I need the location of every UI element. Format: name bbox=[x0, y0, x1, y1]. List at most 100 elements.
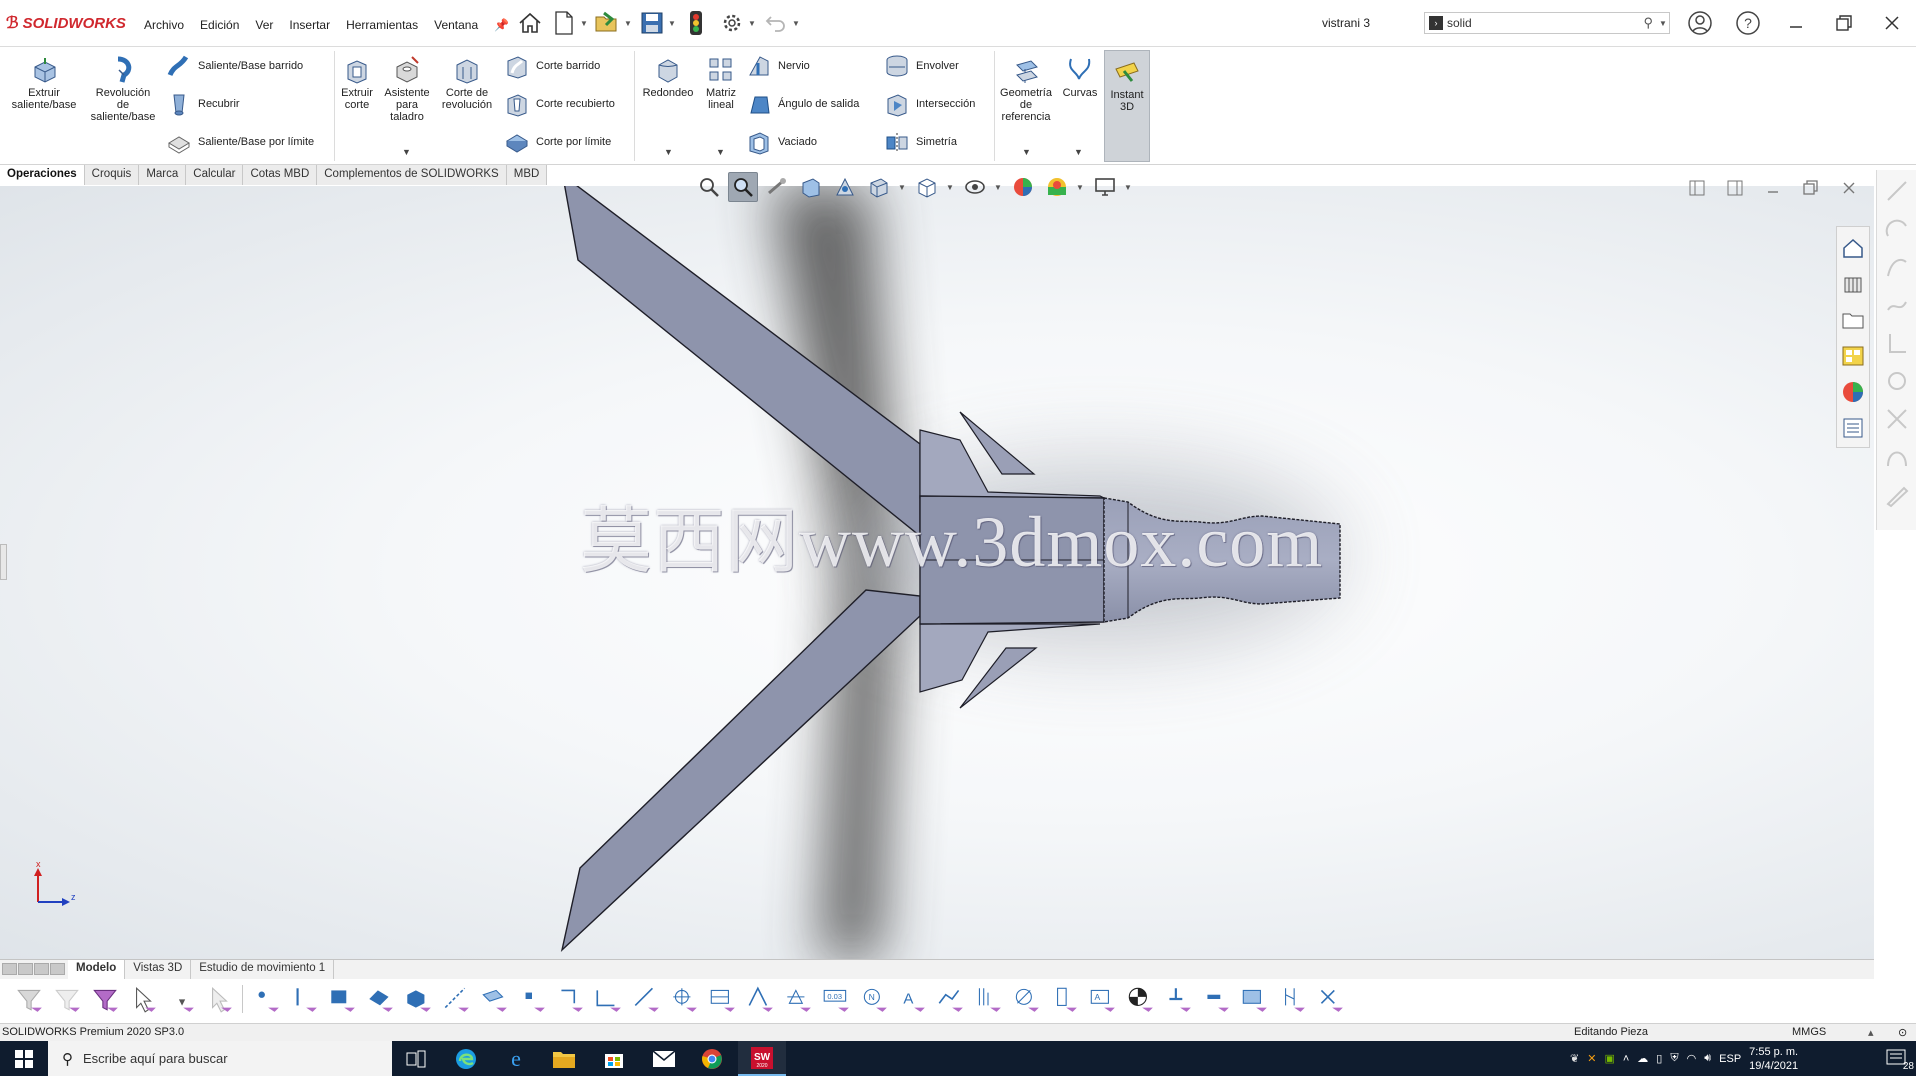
undo-icon[interactable] bbox=[762, 9, 790, 37]
hole-wizard-dropdown-icon[interactable]: ▼ bbox=[402, 147, 411, 157]
hide-show-dropdown-icon[interactable]: ▼ bbox=[994, 183, 1004, 192]
filter-axes-icon[interactable] bbox=[439, 982, 473, 1016]
search-box[interactable]: › ⚲ ▼ bbox=[1424, 12, 1670, 34]
save-icon[interactable] bbox=[638, 9, 666, 37]
filter-datum-targets-icon[interactable] bbox=[971, 982, 1005, 1016]
filter-hole-callouts-icon[interactable] bbox=[1009, 982, 1043, 1016]
taskbar-clock[interactable]: 7:55 p. m. 19/4/2021 bbox=[1749, 1045, 1798, 1073]
tray-app-icon-3[interactable]: ▣ bbox=[1604, 1052, 1614, 1065]
tab-marca[interactable]: Marca bbox=[139, 165, 187, 185]
undo-dropdown-icon[interactable]: ▼ bbox=[790, 19, 802, 28]
defender-icon[interactable]: ⛨ bbox=[1670, 1052, 1678, 1065]
filter-sketch-segments-icon[interactable] bbox=[553, 982, 587, 1016]
sketch-circle-icon[interactable] bbox=[1882, 366, 1912, 396]
pattern-dropdown-icon[interactable]: ▼ bbox=[716, 147, 725, 157]
tab-cotas-mbd[interactable]: Cotas MBD bbox=[243, 165, 318, 185]
fillet-button[interactable]: Redondeo bbox=[640, 55, 696, 99]
view-settings-monitor-icon[interactable] bbox=[1090, 172, 1120, 202]
status-info-icon[interactable]: ⊙ bbox=[1898, 1026, 1907, 1039]
filter-connection-points-icon[interactable] bbox=[1199, 982, 1233, 1016]
filter-sketch-points-icon[interactable] bbox=[515, 982, 549, 1016]
mail-icon[interactable] bbox=[640, 1041, 688, 1076]
filter-faces-icon[interactable] bbox=[325, 982, 359, 1016]
user-account-icon[interactable] bbox=[1680, 8, 1720, 38]
ref-geometry-dropdown-icon[interactable]: ▼ bbox=[1022, 147, 1031, 157]
apply-scene-icon[interactable] bbox=[1042, 172, 1072, 202]
taskbar-search-box[interactable]: ⚲ Escribe aquí para buscar bbox=[48, 1041, 392, 1076]
boundary-cut-button[interactable]: Corte por límite bbox=[504, 128, 611, 156]
reference-geometry-button[interactable]: Geometría de referencia bbox=[996, 55, 1056, 123]
new-dropdown-icon[interactable]: ▼ bbox=[578, 19, 590, 28]
loft-button[interactable]: Recubrir bbox=[166, 90, 240, 118]
filter-center-marks-icon[interactable] bbox=[629, 982, 663, 1016]
filter-cosmetic-threads-icon[interactable] bbox=[1275, 982, 1309, 1016]
swept-cut-button[interactable]: Corte barrido bbox=[504, 52, 600, 80]
filter-blocks-icon[interactable]: A bbox=[1085, 982, 1119, 1016]
filter-balloons-icon[interactable]: N bbox=[857, 982, 891, 1016]
filter-datum-features-icon[interactable]: A bbox=[895, 982, 929, 1016]
zoom-to-fit-icon[interactable] bbox=[694, 172, 724, 202]
viewport-restore-icon[interactable] bbox=[1796, 176, 1826, 200]
sketch-parabola-icon[interactable] bbox=[1882, 442, 1912, 472]
onedrive-icon[interactable]: ☁ bbox=[1637, 1052, 1648, 1065]
menu-edicion[interactable]: Edición bbox=[192, 14, 247, 36]
filter-center-of-mass-icon[interactable] bbox=[1123, 982, 1157, 1016]
filter-routing-points-icon[interactable] bbox=[1161, 982, 1195, 1016]
menu-ver[interactable]: Ver bbox=[247, 14, 281, 36]
filter-dimensions-icon[interactable] bbox=[705, 982, 739, 1016]
select-drop-icon[interactable]: ▼ bbox=[164, 982, 198, 1016]
instant3d-toggle[interactable]: Instant 3D bbox=[1104, 50, 1150, 162]
tab-mbd[interactable]: MBD bbox=[506, 165, 548, 185]
viewport-minimize-icon[interactable] bbox=[1758, 176, 1788, 200]
filter-centerline-icon[interactable] bbox=[667, 982, 701, 1016]
viewport-close-icon[interactable] bbox=[1834, 176, 1864, 200]
boundary-boss-button[interactable]: Saliente/Base por límite bbox=[166, 128, 314, 156]
draft-button[interactable]: Ángulo de salida bbox=[746, 90, 859, 118]
view-palette-icon[interactable] bbox=[1840, 341, 1866, 371]
tab-vistas-3d[interactable]: Vistas 3D bbox=[125, 959, 192, 980]
filter-vertices-icon[interactable] bbox=[249, 982, 283, 1016]
filter-mate-references-icon[interactable] bbox=[1237, 982, 1271, 1016]
intersect-button[interactable]: Intersección bbox=[884, 90, 975, 118]
tab-croquis[interactable]: Croquis bbox=[84, 165, 140, 185]
filter-edges-icon[interactable] bbox=[287, 982, 321, 1016]
edge-legacy-icon[interactable]: e bbox=[492, 1041, 540, 1076]
filter-select-all-icon[interactable] bbox=[88, 982, 122, 1016]
open-icon[interactable] bbox=[594, 9, 622, 37]
close-window-icon[interactable] bbox=[1872, 8, 1912, 38]
sketch-line-icon[interactable] bbox=[1882, 176, 1912, 206]
tray-app-icon-1[interactable]: ❦ bbox=[1570, 1052, 1579, 1065]
search-icon[interactable]: ⚲ bbox=[1643, 15, 1653, 31]
pin-icon[interactable]: 📌 bbox=[486, 14, 517, 36]
view-settings-dropdown-icon[interactable]: ▼ bbox=[1124, 183, 1134, 192]
search-dropdown-icon[interactable]: ▼ bbox=[1657, 19, 1669, 28]
new-document-icon[interactable] bbox=[550, 9, 578, 37]
help-icon[interactable]: ? bbox=[1728, 8, 1768, 38]
filter-surface-bodies-icon[interactable] bbox=[363, 982, 397, 1016]
filter-surface-finish-icon[interactable] bbox=[743, 982, 777, 1016]
wrap-button[interactable]: Envolver bbox=[884, 52, 959, 80]
volume-icon[interactable]: 🔊︎ bbox=[1704, 1052, 1711, 1065]
tab-complementos[interactable]: Complementos de SOLIDWORKS bbox=[317, 165, 507, 185]
store-icon[interactable] bbox=[590, 1041, 638, 1076]
edit-appearance-icon[interactable] bbox=[1008, 172, 1038, 202]
sketch-arc-icon[interactable] bbox=[1882, 214, 1912, 244]
hole-wizard-button[interactable]: Asistente para taladro bbox=[380, 55, 434, 123]
linear-pattern-button[interactable]: Matriz lineal bbox=[700, 55, 742, 111]
menu-ventana[interactable]: Ventana bbox=[426, 14, 486, 36]
file-explorer-taskbar-icon[interactable] bbox=[540, 1041, 588, 1076]
select-pointer-icon[interactable] bbox=[126, 982, 160, 1016]
viewport-tile-right-icon[interactable] bbox=[1720, 176, 1750, 200]
mirror-button[interactable]: Simetría bbox=[884, 128, 957, 156]
sketch-spline-icon[interactable] bbox=[1882, 290, 1912, 320]
solidworks-resources-home-icon[interactable] bbox=[1840, 233, 1866, 263]
file-explorer-icon[interactable] bbox=[1840, 305, 1866, 335]
display-style-icon[interactable] bbox=[912, 172, 942, 202]
lofted-cut-button[interactable]: Corte recubierto bbox=[504, 90, 615, 118]
tab-modelo[interactable]: Modelo bbox=[68, 959, 126, 980]
menu-archivo[interactable]: Archivo bbox=[136, 14, 192, 36]
design-library-icon[interactable] bbox=[1840, 269, 1866, 299]
shell-button[interactable]: Vaciado bbox=[746, 128, 817, 156]
options-gear-icon[interactable] bbox=[718, 9, 746, 37]
tab-calcular[interactable]: Calcular bbox=[186, 165, 244, 185]
